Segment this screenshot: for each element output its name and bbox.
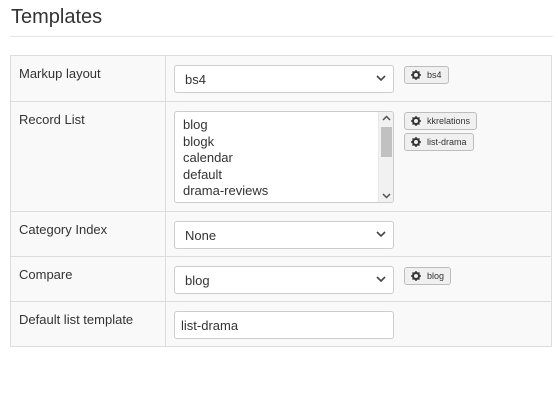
markup-layout-select[interactable]: bs4 (174, 65, 394, 93)
compare-label: Compare (11, 257, 166, 301)
edit-template-button-blog[interactable]: blog (404, 267, 452, 285)
list-item[interactable]: drama-reviews (175, 183, 393, 200)
scrollbar-thumb[interactable] (381, 127, 392, 157)
category-index-selected: None (185, 228, 217, 243)
page-title: Templates (11, 6, 103, 28)
chevron-down-icon (376, 231, 386, 238)
templates-table: Markup layout bs4 bs4 Record List blog b… (10, 55, 552, 347)
edit-template-button-label: list-drama (427, 137, 467, 147)
gear-icon (411, 271, 421, 281)
edit-template-button-bs4[interactable]: bs4 (404, 66, 449, 84)
row-compare: Compare blog blog (11, 256, 551, 301)
chevron-down-icon (376, 276, 386, 283)
compare-selected: blog (185, 273, 210, 288)
edit-template-button-label: kkrelations (427, 116, 471, 126)
listbox-scrollbar[interactable] (378, 112, 393, 202)
default-list-template-input[interactable]: list-drama (174, 311, 394, 339)
row-record-list: Record List blog blogk calendar default … (11, 101, 551, 211)
edit-template-button-list-drama[interactable]: list-drama (404, 133, 474, 151)
list-item[interactable]: blogk (175, 134, 393, 151)
scroll-up-icon[interactable] (382, 114, 391, 123)
gear-icon (411, 137, 421, 147)
record-list-label: Record List (11, 102, 166, 211)
gear-icon (411, 70, 421, 80)
edit-template-button-kkrelations[interactable]: kkrelations (404, 112, 478, 130)
category-index-label: Category Index (11, 212, 166, 256)
default-list-template-label: Default list template (11, 302, 166, 346)
compare-select[interactable]: blog (174, 266, 394, 294)
gear-icon (411, 116, 421, 126)
row-category-index: Category Index None (11, 211, 551, 256)
record-list-listbox[interactable]: blog blogk calendar default drama-review… (174, 111, 394, 203)
list-item[interactable]: calendar (175, 150, 393, 167)
row-markup-layout: Markup layout bs4 bs4 (11, 56, 551, 101)
edit-template-button-label: blog (427, 271, 445, 281)
scroll-down-icon[interactable] (382, 191, 391, 200)
list-item[interactable]: default (175, 167, 393, 184)
title-divider (10, 36, 553, 37)
markup-layout-label: Markup layout (11, 56, 166, 101)
row-default-list-template: Default list template list-drama (11, 301, 551, 346)
list-item[interactable]: blog (175, 117, 393, 134)
category-index-select[interactable]: None (174, 221, 394, 249)
list-item[interactable]: forum (175, 200, 393, 203)
edit-template-button-label: bs4 (427, 70, 442, 80)
chevron-down-icon (376, 75, 386, 82)
markup-layout-selected: bs4 (185, 72, 206, 87)
